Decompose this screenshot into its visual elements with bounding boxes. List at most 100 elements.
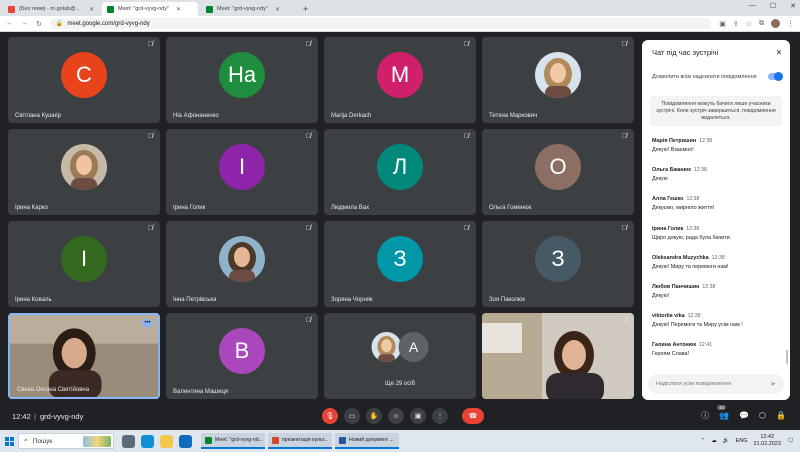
- others-avatars: A: [371, 332, 429, 363]
- taskbar-app[interactable]: презентація культ...: [268, 433, 332, 449]
- windows-taskbar: ⌕ Пошук Meet: "grd-vyvg-nd... презентація…: [0, 430, 800, 452]
- taskbar-clock[interactable]: 12:42 21.02.2023: [753, 434, 781, 447]
- muted-mic-icon: 🎙̸: [621, 225, 627, 232]
- url-field[interactable]: 🔒 meet.google.com/grd-vyvg-ndy: [49, 18, 712, 29]
- back-icon[interactable]: ←: [6, 20, 13, 27]
- chat-scrollbar[interactable]: [786, 350, 788, 364]
- taskbar-search[interactable]: ⌕ Пошук: [18, 433, 114, 449]
- microphone-off-button[interactable]: 🎙: [322, 408, 338, 424]
- minimize-icon[interactable]: —: [749, 2, 756, 10]
- more-options-icon[interactable]: •••: [142, 319, 153, 327]
- participant-tile[interactable]: Л 🎙̸ Людмила Вах: [324, 129, 476, 215]
- participant-tile[interactable]: І 🎙̸ Ірина Голик: [166, 129, 318, 215]
- store-icon[interactable]: [179, 434, 192, 448]
- participant-avatar: На: [219, 51, 265, 98]
- participant-tile[interactable]: 🎙̸ Тетяна Маркович: [482, 37, 634, 123]
- camera-permission-icon[interactable]: ▣: [719, 20, 726, 28]
- close-chat-icon[interactable]: ✕: [776, 48, 782, 57]
- lock-icon: 🔒: [55, 21, 64, 27]
- participant-tile[interactable]: І 🎙̸ Ірина Коваль: [8, 221, 160, 307]
- participant-tile[interactable]: 🎙̸ Ірина Карко: [8, 129, 160, 215]
- share-icon[interactable]: ⇪: [733, 20, 739, 28]
- activities-icon[interactable]: ⬡: [759, 411, 766, 420]
- participant-tile[interactable]: С 🎙̸ Світлана Кушнір: [8, 37, 160, 123]
- participant-tile[interactable]: На 🎙̸ Ніа Афонаненко: [166, 37, 318, 123]
- reload-icon[interactable]: ↻: [36, 20, 42, 28]
- notifications-icon[interactable]: 🗨: [787, 438, 794, 444]
- participant-tile[interactable]: ••• Свєва Оксана Святійовна: [8, 313, 160, 399]
- participant-tile[interactable]: О 🎙̸ Ольга Гоменюк: [482, 129, 634, 215]
- volume-icon[interactable]: 🔊: [723, 438, 730, 444]
- raise-hand-button[interactable]: ✋: [366, 408, 382, 424]
- participant-name: Ірина Карко: [15, 205, 48, 211]
- chat-icon[interactable]: 💬: [739, 411, 749, 420]
- language-indicator[interactable]: ENG: [736, 438, 748, 444]
- file-explorer-icon[interactable]: [160, 434, 173, 448]
- message-time: 12:41: [699, 342, 713, 349]
- chat-panel: Чат під час зустрічі ✕ Дозволити всім на…: [642, 40, 790, 400]
- bookmark-star-icon[interactable]: ☆: [746, 20, 752, 28]
- extensions-icon[interactable]: ⧉: [759, 20, 764, 28]
- leave-call-button[interactable]: ☎: [462, 408, 484, 424]
- start-button[interactable]: [0, 430, 18, 452]
- close-tab-icon[interactable]: ✕: [176, 6, 181, 13]
- participant-tile[interactable]: M 🎙̸ Marija Derkach: [324, 37, 476, 123]
- participant-tile[interactable]: З 🎙̸ Зоя Паколюк: [482, 221, 634, 307]
- taskbar-app[interactable]: Meet: "grd-vyvg-nd...: [201, 433, 265, 449]
- self-video: [10, 315, 158, 397]
- browser-menu-icon[interactable]: ⋮: [787, 20, 794, 28]
- browser-tab[interactable]: Meet: "grd-vyvg-ndy" ✕: [201, 2, 297, 16]
- participant-name: Свєва Оксана Святійовна: [17, 387, 90, 393]
- message-time: 12:38: [693, 167, 707, 174]
- browser-tab[interactable]: Meet: "grd-vyvg-ndy" ✕: [102, 2, 198, 16]
- app-icon: [339, 436, 346, 444]
- participant-name: Marija Derkach: [331, 113, 372, 119]
- close-tab-icon[interactable]: ✕: [275, 6, 280, 13]
- chat-input-box: ➤: [648, 374, 784, 394]
- participant-tile[interactable]: З 🎙̸ Зоряна Чорняк: [324, 221, 476, 307]
- muted-mic-icon: 🎙̸: [147, 133, 153, 140]
- meeting-details-icon[interactable]: ⓘ: [701, 410, 709, 421]
- participant-avatar: І: [61, 235, 107, 282]
- participant-tile[interactable]: 🎙̸ Інна Петрівська: [166, 221, 318, 307]
- participant-tile[interactable]: A Ще 29 осіб: [324, 313, 476, 399]
- message-author-line: Марія Петришин 12:38: [652, 138, 784, 144]
- taskbar-app-title: Meet: "grd-vyvg-nd...: [215, 437, 263, 443]
- close-tab-icon[interactable]: ✕: [89, 6, 94, 13]
- profile-avatar[interactable]: [771, 19, 780, 28]
- tray-chevron-icon[interactable]: ⌃: [701, 438, 706, 444]
- camera-button[interactable]: ▭: [344, 408, 360, 424]
- reactions-button[interactable]: ☺: [388, 408, 404, 424]
- chat-message: Галина Антонюк 12:41 Героям Слава!: [652, 342, 784, 371]
- forward-icon[interactable]: →: [21, 20, 28, 27]
- network-icon[interactable]: ☁: [711, 438, 717, 444]
- app-icon: [205, 436, 212, 444]
- more-participants-label: Ще 29 осіб: [384, 381, 416, 387]
- chat-message: Марія Петришин 12:38 Дякую! Взаємно!: [652, 138, 784, 167]
- participant-tile[interactable]: 🎙̸: [482, 313, 634, 399]
- participant-tile[interactable]: В 🎙̸ Валентина Машиця: [166, 313, 318, 399]
- more-options-button[interactable]: ⋮: [432, 408, 448, 424]
- host-controls-icon[interactable]: 🔒: [776, 411, 786, 420]
- participant-photo: [535, 51, 581, 98]
- allow-messages-toggle[interactable]: [768, 72, 783, 81]
- message-author: Галина Антонюк: [652, 342, 697, 349]
- app-icon: [272, 436, 279, 444]
- tab-title: Meet: "grd-vyvg-ndy": [118, 6, 169, 12]
- muted-mic-icon: 🎙̸: [305, 41, 311, 48]
- edge-icon[interactable]: [141, 434, 154, 448]
- new-tab-button[interactable]: +: [303, 2, 308, 16]
- people-icon[interactable]: 👥 44: [717, 405, 729, 420]
- present-screen-button[interactable]: ▣: [410, 408, 426, 424]
- close-window-icon[interactable]: ✕: [790, 2, 796, 10]
- maximize-icon[interactable]: ☐: [770, 2, 776, 10]
- message-text: Дякую! Миру та перемоги нам!: [652, 263, 729, 270]
- chat-input[interactable]: [656, 381, 766, 387]
- participant-name: Ніа Афонаненко: [173, 113, 219, 119]
- taskbar-app[interactable]: Новий документ ...: [335, 433, 399, 449]
- browser-tab[interactable]: (Без теми) - m.golub@ippo.edu.ua ✕: [3, 2, 99, 16]
- task-view-icon[interactable]: [122, 434, 135, 448]
- message-author: viktoriia vika: [652, 313, 685, 320]
- send-icon[interactable]: ➤: [770, 380, 776, 388]
- message-author: Алла Гешко: [652, 196, 684, 203]
